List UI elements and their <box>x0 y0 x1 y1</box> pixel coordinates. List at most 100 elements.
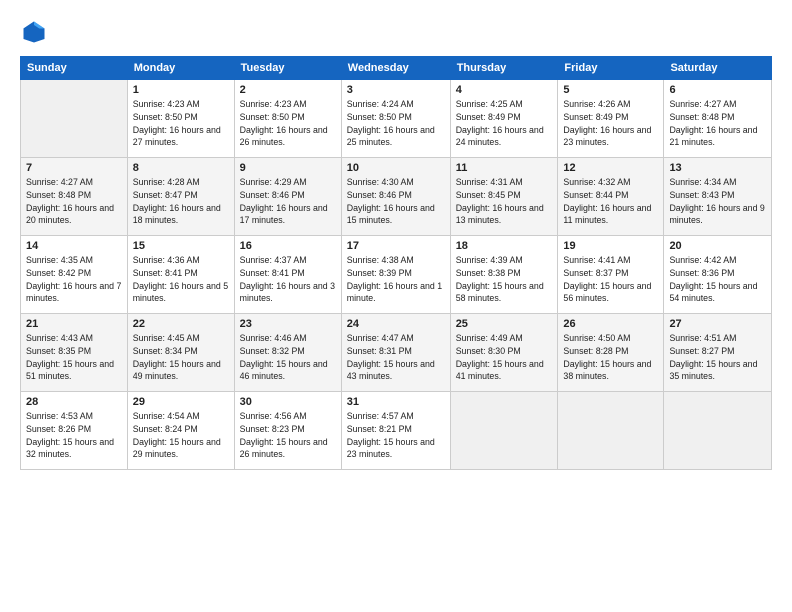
calendar-cell: 9 Sunrise: 4:29 AM Sunset: 8:46 PM Daylig… <box>234 158 341 236</box>
day-info: Sunrise: 4:56 AM Sunset: 8:23 PM Dayligh… <box>240 410 336 461</box>
day-info: Sunrise: 4:37 AM Sunset: 8:41 PM Dayligh… <box>240 254 336 305</box>
day-info: Sunrise: 4:32 AM Sunset: 8:44 PM Dayligh… <box>563 176 658 227</box>
day-info: Sunrise: 4:49 AM Sunset: 8:30 PM Dayligh… <box>456 332 553 383</box>
day-number: 15 <box>133 240 229 252</box>
calendar-cell: 10Sunrise: 4:30 AM Sunset: 8:46 PM Dayli… <box>341 158 450 236</box>
col-header-thursday: Thursday <box>450 57 558 80</box>
day-info: Sunrise: 4:27 AM Sunset: 8:48 PM Dayligh… <box>669 98 766 149</box>
day-number: 10 <box>347 162 445 174</box>
day-number: 24 <box>347 318 445 330</box>
day-info: Sunrise: 4:28 AM Sunset: 8:47 PM Dayligh… <box>133 176 229 227</box>
week-row-3: 14Sunrise: 4:35 AM Sunset: 8:42 PM Dayli… <box>21 236 772 314</box>
col-header-friday: Friday <box>558 57 664 80</box>
day-number: 8 <box>133 162 229 174</box>
day-number: 22 <box>133 318 229 330</box>
calendar-cell: 15Sunrise: 4:36 AM Sunset: 8:41 PM Dayli… <box>127 236 234 314</box>
calendar-cell: 26Sunrise: 4:50 AM Sunset: 8:28 PM Dayli… <box>558 314 664 392</box>
day-info: Sunrise: 4:47 AM Sunset: 8:31 PM Dayligh… <box>347 332 445 383</box>
day-info: Sunrise: 4:23 AM Sunset: 8:50 PM Dayligh… <box>133 98 229 149</box>
calendar-cell <box>558 392 664 470</box>
col-header-monday: Monday <box>127 57 234 80</box>
calendar-cell: 18 Sunrise: 4:39 AM Sunset: 8:38 PM Dayli… <box>450 236 558 314</box>
calendar-cell: 3 Sunrise: 4:24 AM Sunset: 8:50 PM Daylig… <box>341 80 450 158</box>
day-info: Sunrise: 4:51 AM Sunset: 8:27 PM Dayligh… <box>669 332 766 383</box>
day-info: Sunrise: 4:54 AM Sunset: 8:24 PM Dayligh… <box>133 410 229 461</box>
day-info: Sunrise: 4:34 AM Sunset: 8:43 PM Dayligh… <box>669 176 766 227</box>
day-number: 20 <box>669 240 766 252</box>
day-info: Sunrise: 4:46 AM Sunset: 8:32 PM Dayligh… <box>240 332 336 383</box>
calendar-cell: 8 Sunrise: 4:28 AM Sunset: 8:47 PM Daylig… <box>127 158 234 236</box>
calendar-cell: 24 Sunrise: 4:47 AM Sunset: 8:31 PM Dayli… <box>341 314 450 392</box>
day-number: 11 <box>456 162 553 174</box>
day-number: 25 <box>456 318 553 330</box>
calendar-cell: 4 Sunrise: 4:25 AM Sunset: 8:49 PM Daylig… <box>450 80 558 158</box>
day-number: 6 <box>669 84 766 96</box>
calendar-cell <box>21 80 128 158</box>
day-info: Sunrise: 4:29 AM Sunset: 8:46 PM Dayligh… <box>240 176 336 227</box>
calendar-cell: 28Sunrise: 4:53 AM Sunset: 8:26 PM Dayli… <box>21 392 128 470</box>
calendar-cell: 17 Sunrise: 4:38 AM Sunset: 8:39 PM Dayli… <box>341 236 450 314</box>
day-info: Sunrise: 4:31 AM Sunset: 8:45 PM Dayligh… <box>456 176 553 227</box>
logo-icon <box>20 18 48 46</box>
day-number: 2 <box>240 84 336 96</box>
day-number: 18 <box>456 240 553 252</box>
day-number: 9 <box>240 162 336 174</box>
calendar-cell: 29 Sunrise: 4:54 AM Sunset: 8:24 PM Dayli… <box>127 392 234 470</box>
calendar-cell: 31Sunrise: 4:57 AM Sunset: 8:21 PM Dayli… <box>341 392 450 470</box>
day-info: Sunrise: 4:25 AM Sunset: 8:49 PM Dayligh… <box>456 98 553 149</box>
day-number: 19 <box>563 240 658 252</box>
calendar-cell: 19 Sunrise: 4:41 AM Sunset: 8:37 PM Dayli… <box>558 236 664 314</box>
calendar-cell: 21Sunrise: 4:43 AM Sunset: 8:35 PM Dayli… <box>21 314 128 392</box>
day-info: Sunrise: 4:53 AM Sunset: 8:26 PM Dayligh… <box>26 410 122 461</box>
day-number: 4 <box>456 84 553 96</box>
day-number: 7 <box>26 162 122 174</box>
col-header-saturday: Saturday <box>664 57 772 80</box>
day-number: 29 <box>133 396 229 408</box>
day-number: 23 <box>240 318 336 330</box>
calendar-cell: 22 Sunrise: 4:45 AM Sunset: 8:34 PM Dayli… <box>127 314 234 392</box>
calendar-cell: 27 Sunrise: 4:51 AM Sunset: 8:27 PM Dayli… <box>664 314 772 392</box>
day-number: 17 <box>347 240 445 252</box>
day-number: 30 <box>240 396 336 408</box>
week-row-5: 28Sunrise: 4:53 AM Sunset: 8:26 PM Dayli… <box>21 392 772 470</box>
day-info: Sunrise: 4:26 AM Sunset: 8:49 PM Dayligh… <box>563 98 658 149</box>
calendar-cell: 16 Sunrise: 4:37 AM Sunset: 8:41 PM Dayli… <box>234 236 341 314</box>
calendar-table: SundayMondayTuesdayWednesdayThursdayFrid… <box>20 56 772 470</box>
calendar-cell: 30 Sunrise: 4:56 AM Sunset: 8:23 PM Dayli… <box>234 392 341 470</box>
day-info: Sunrise: 4:41 AM Sunset: 8:37 PM Dayligh… <box>563 254 658 305</box>
day-number: 16 <box>240 240 336 252</box>
calendar-cell: 13 Sunrise: 4:34 AM Sunset: 8:43 PM Dayli… <box>664 158 772 236</box>
calendar-cell: 2Sunrise: 4:23 AM Sunset: 8:50 PM Daylig… <box>234 80 341 158</box>
calendar-cell: 11 Sunrise: 4:31 AM Sunset: 8:45 PM Dayli… <box>450 158 558 236</box>
day-number: 21 <box>26 318 122 330</box>
logo <box>20 18 52 46</box>
day-number: 3 <box>347 84 445 96</box>
col-header-tuesday: Tuesday <box>234 57 341 80</box>
calendar-cell <box>664 392 772 470</box>
day-info: Sunrise: 4:39 AM Sunset: 8:38 PM Dayligh… <box>456 254 553 305</box>
day-number: 1 <box>133 84 229 96</box>
week-row-1: 1 Sunrise: 4:23 AM Sunset: 8:50 PM Daylig… <box>21 80 772 158</box>
page: SundayMondayTuesdayWednesdayThursdayFrid… <box>0 0 792 612</box>
calendar-cell: 7 Sunrise: 4:27 AM Sunset: 8:48 PM Daylig… <box>21 158 128 236</box>
day-info: Sunrise: 4:45 AM Sunset: 8:34 PM Dayligh… <box>133 332 229 383</box>
calendar-cell: 1 Sunrise: 4:23 AM Sunset: 8:50 PM Daylig… <box>127 80 234 158</box>
day-number: 12 <box>563 162 658 174</box>
col-header-sunday: Sunday <box>21 57 128 80</box>
day-number: 5 <box>563 84 658 96</box>
calendar-cell: 25 Sunrise: 4:49 AM Sunset: 8:30 PM Dayli… <box>450 314 558 392</box>
day-number: 13 <box>669 162 766 174</box>
calendar-cell: 6 Sunrise: 4:27 AM Sunset: 8:48 PM Daylig… <box>664 80 772 158</box>
day-info: Sunrise: 4:27 AM Sunset: 8:48 PM Dayligh… <box>26 176 122 227</box>
day-info: Sunrise: 4:24 AM Sunset: 8:50 PM Dayligh… <box>347 98 445 149</box>
calendar-cell: 20Sunrise: 4:42 AM Sunset: 8:36 PM Dayli… <box>664 236 772 314</box>
day-info: Sunrise: 4:38 AM Sunset: 8:39 PM Dayligh… <box>347 254 445 305</box>
day-info: Sunrise: 4:35 AM Sunset: 8:42 PM Dayligh… <box>26 254 122 305</box>
calendar-cell: 5 Sunrise: 4:26 AM Sunset: 8:49 PM Daylig… <box>558 80 664 158</box>
calendar-cell: 23 Sunrise: 4:46 AM Sunset: 8:32 PM Dayli… <box>234 314 341 392</box>
day-info: Sunrise: 4:57 AM Sunset: 8:21 PM Dayligh… <box>347 410 445 461</box>
day-number: 27 <box>669 318 766 330</box>
col-header-wednesday: Wednesday <box>341 57 450 80</box>
day-number: 26 <box>563 318 658 330</box>
calendar-cell <box>450 392 558 470</box>
